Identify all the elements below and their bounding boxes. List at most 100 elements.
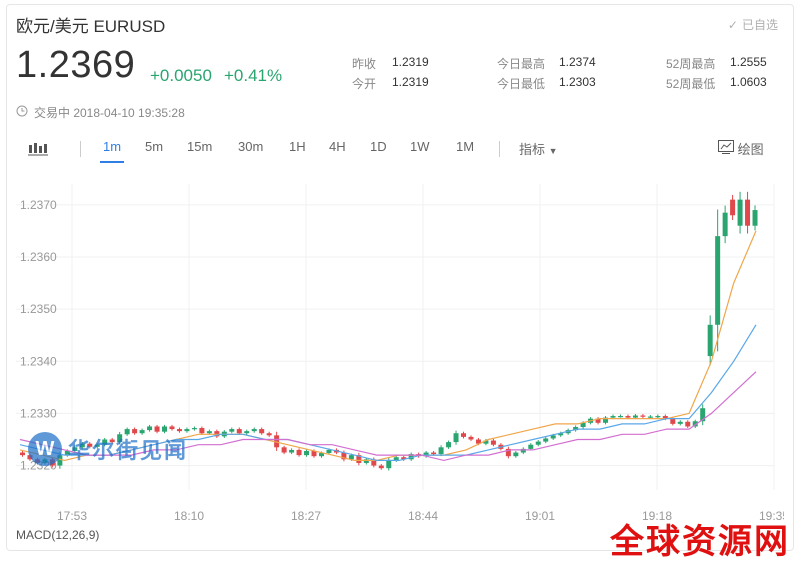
candle — [752, 210, 758, 226]
candle — [244, 431, 250, 434]
candle — [610, 416, 616, 418]
candle — [707, 324, 713, 357]
period-30m[interactable]: 30m — [238, 139, 263, 154]
candle — [632, 415, 638, 418]
candle — [461, 433, 467, 437]
candle — [453, 433, 459, 443]
stat-value-day-low: 1.2303 — [559, 75, 596, 89]
x-tick-label: 18:44 — [408, 509, 438, 523]
candle — [745, 199, 751, 226]
price-change: +0.0050 — [150, 66, 212, 85]
candle — [446, 442, 452, 448]
candle — [184, 429, 190, 432]
candle — [251, 429, 257, 432]
candle — [191, 428, 197, 430]
toolbar-divider — [499, 141, 500, 157]
candle — [296, 449, 302, 456]
stat-label: 52周最高 — [666, 57, 716, 71]
stat-value-prev-close: 1.2319 — [392, 55, 429, 69]
candle — [281, 447, 287, 453]
candle — [176, 429, 182, 432]
draw-label: 绘图 — [737, 142, 764, 157]
price-chart[interactable]: 1.23701.23601.23501.23401.23301.232017:5… — [16, 176, 784, 526]
candle — [677, 421, 683, 424]
period-1m[interactable]: 1m — [103, 139, 121, 154]
candle — [438, 447, 444, 455]
watchlist-label: 已自选 — [741, 18, 778, 32]
x-tick-label: 18:27 — [291, 509, 321, 523]
y-tick-label: 1.2330 — [20, 406, 57, 420]
caret-down-icon: ▼ — [548, 146, 558, 156]
period-1h[interactable]: 1H — [289, 139, 306, 154]
y-tick-label: 1.2360 — [20, 250, 57, 264]
period-4h[interactable]: 4H — [329, 139, 346, 154]
draw-icon — [718, 140, 738, 157]
candle — [386, 460, 392, 469]
candle — [730, 199, 736, 216]
draw-tool-button[interactable]: 绘图 — [718, 139, 764, 158]
candle — [535, 441, 541, 445]
candle — [20, 452, 25, 456]
trade-status: 交易中 2018-04-10 19:35:28 — [16, 104, 185, 121]
candle — [617, 416, 623, 418]
indicator-menu[interactable]: 指标 ▼ — [519, 139, 558, 158]
active-period-underline — [100, 161, 124, 163]
watchlist-toggle[interactable]: ✓ 已自选 — [728, 16, 778, 33]
candle — [147, 426, 153, 431]
candle — [722, 212, 728, 237]
candle — [543, 438, 549, 442]
stat-value-open: 1.2319 — [392, 75, 429, 89]
stat-label: 52周最低 — [666, 77, 716, 91]
candle — [378, 465, 384, 469]
candle — [647, 416, 653, 418]
candle — [715, 236, 721, 325]
site-watermark: 全球资源网 — [610, 523, 790, 561]
candle — [259, 429, 265, 434]
candle — [640, 415, 646, 417]
stat-label: 昨收 — [352, 57, 377, 71]
candle — [169, 426, 175, 430]
candle — [431, 452, 437, 455]
watermark-text: 华尔街见闻 — [68, 438, 189, 463]
candle — [199, 428, 205, 434]
candle — [468, 436, 474, 440]
candle — [513, 452, 519, 457]
candle — [236, 429, 242, 434]
chart-background — [16, 176, 784, 526]
toolbar-divider — [80, 141, 81, 157]
stat-label: 今开 — [352, 77, 377, 91]
period-1mo[interactable]: 1M — [456, 139, 474, 154]
candle — [670, 418, 676, 424]
price-change-percent: +0.41% — [224, 66, 283, 85]
instrument-title: 欧元/美元 EURUSD — [16, 17, 166, 36]
watermark-logo: W 华尔街见闻 — [28, 432, 188, 466]
stat-value-52w-low: 1.0603 — [730, 75, 767, 89]
stat-value-day-high: 1.2374 — [559, 55, 596, 69]
x-tick-label: 18:10 — [174, 509, 204, 523]
candle — [528, 444, 534, 449]
clock-icon — [16, 105, 28, 120]
period-15m[interactable]: 15m — [187, 139, 212, 154]
stat-label: 今日最低 — [497, 77, 546, 91]
candle — [304, 450, 310, 456]
watermark-mark: W — [28, 432, 62, 466]
candle — [685, 421, 691, 427]
check-icon: ✓ — [727, 17, 738, 32]
last-price: 1.2369 — [16, 44, 136, 86]
x-tick-label: 19:01 — [525, 509, 555, 523]
candle — [206, 431, 212, 434]
candle — [625, 416, 631, 418]
candle — [162, 426, 168, 432]
x-tick-label: 17:53 — [57, 509, 87, 523]
period-1w[interactable]: 1W — [410, 139, 430, 154]
candlestick-icon[interactable] — [28, 142, 48, 159]
candle — [229, 429, 235, 432]
chart-toolbar: 1m 5m 15m 30m 1H 4H 1D 1W 1M 指标 ▼ 绘图 — [16, 139, 776, 165]
candle — [490, 440, 496, 445]
period-1d[interactable]: 1D — [370, 139, 387, 154]
candle — [266, 433, 272, 436]
candle — [289, 449, 295, 453]
y-tick-label: 1.2340 — [20, 354, 57, 368]
period-5m[interactable]: 5m — [145, 139, 163, 154]
macd-label: MACD(12,26,9) — [16, 528, 100, 542]
